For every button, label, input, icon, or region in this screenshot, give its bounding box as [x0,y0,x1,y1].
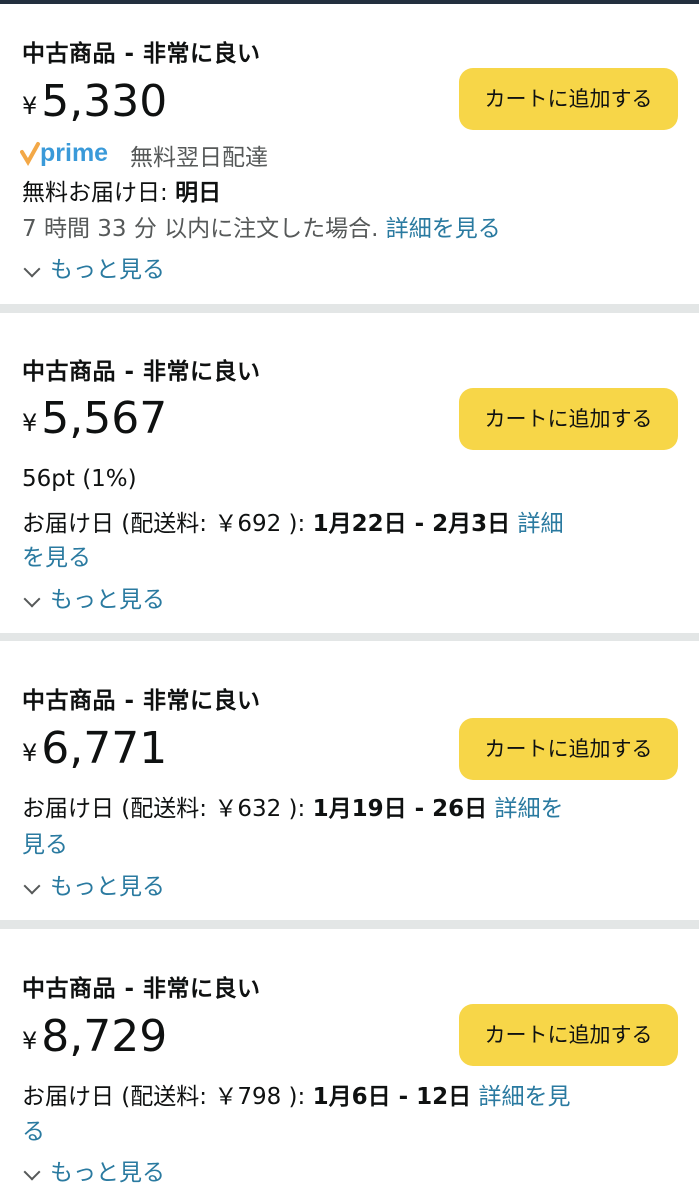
see-more-label: もっと見る [50,874,165,900]
offer-card: 中古商品 - 非常に良い ¥5,567 カートに追加する 56pt (1%) お… [0,313,699,633]
prime-delivery-text: 無料翌日配達 [130,145,268,171]
add-to-cart-button[interactable]: カートに追加する [459,68,678,130]
currency-symbol: ¥ [22,739,38,767]
see-more-link[interactable]: もっと見る [22,250,165,284]
see-more-label: もっと見る [50,257,165,283]
currency-symbol: ¥ [22,409,38,437]
offer-card: 中古商品 - 非常に良い ¥8,729 カートに追加する お届け日 (配送料: … [0,929,699,1200]
price: ¥8,729 [22,1015,167,1059]
delivery-line: お届け日 (配送料: ￥798 ): 1月6日 - 12日 詳細を見 [22,1079,570,1115]
details-link-continued[interactable]: る [22,1114,45,1150]
price: ¥5,567 [22,397,167,441]
price-value: 5,330 [41,76,168,127]
cutoff-text: 7 時間 33 分 以内に注文した場合. [22,216,386,242]
offer-card: 中古商品 - 非常に良い ¥6,771 カートに追加する お届け日 (配送料: … [0,641,699,920]
chevron-down-icon [23,590,41,607]
add-to-cart-button[interactable]: カートに追加する [459,388,678,450]
prime-logo: prime [20,138,120,172]
points-line: 56pt (1%) [22,466,137,492]
price-value: 5,567 [41,393,168,444]
details-link[interactable]: 詳細を [494,796,563,822]
delivery-date: 明日 [175,180,222,206]
details-link-continued[interactable]: を見る [22,540,91,576]
delivery-line: お届け日 (配送料: ￥692 ): 1月22日 - 2月3日 詳細 [22,506,563,542]
delivery-date: 1月22日 - 2月3日 [312,511,511,537]
delivery-line: 無料お届け日: 明日 [22,175,221,211]
price: ¥5,330 [22,80,167,124]
currency-symbol: ¥ [22,1027,38,1055]
condition-label: 中古商品 - 非常に良い [22,359,261,385]
delivery-line: お届け日 (配送料: ￥632 ): 1月19日 - 26日 詳細を [22,791,563,827]
details-link[interactable]: 詳細を見る [386,216,501,242]
delivery-date: 1月6日 - 12日 [312,1084,472,1110]
chevron-down-icon [23,1163,41,1180]
price-value: 6,771 [41,723,168,774]
add-to-cart-button[interactable]: カートに追加する [459,1004,678,1066]
add-to-cart-button[interactable]: カートに追加する [459,718,678,780]
see-more-label: もっと見る [50,587,165,613]
condition-label: 中古商品 - 非常に良い [22,688,261,714]
details-link-continued[interactable]: 見る [22,827,68,863]
see-more-link[interactable]: もっと見る [22,867,165,901]
delivery-prefix: 無料お届け日: [22,180,176,206]
condition-label: 中古商品 - 非常に良い [22,41,261,67]
prime-logo-text: prime [40,139,108,167]
delivery-date: 1月19日 - 26日 [312,796,488,822]
see-more-link[interactable]: もっと見る [22,580,165,614]
delivery-prefix: お届け日 (配送料: ￥798 ): [22,1084,313,1110]
delivery-prefix: お届け日 (配送料: ￥692 ): [22,511,313,537]
currency-symbol: ¥ [22,92,38,120]
cutoff-line: 7 時間 33 分 以内に注文した場合. 詳細を見る [22,211,501,247]
details-link[interactable]: 詳細 [517,511,563,537]
details-link[interactable]: 詳細を見 [478,1084,570,1110]
condition-label: 中古商品 - 非常に良い [22,976,261,1002]
offer-card: 中古商品 - 非常に良い ¥5,330 カートに追加する prime 無料翌日配… [0,4,699,304]
price: ¥6,771 [22,727,167,771]
price-value: 8,729 [41,1011,168,1062]
chevron-down-icon [23,260,41,277]
see-more-link[interactable]: もっと見る [22,1153,165,1187]
prime-badge-row: prime 無料翌日配達 [20,138,268,172]
chevron-down-icon [23,877,41,894]
see-more-label: もっと見る [50,1160,165,1186]
delivery-prefix: お届け日 (配送料: ￥632 ): [22,796,313,822]
